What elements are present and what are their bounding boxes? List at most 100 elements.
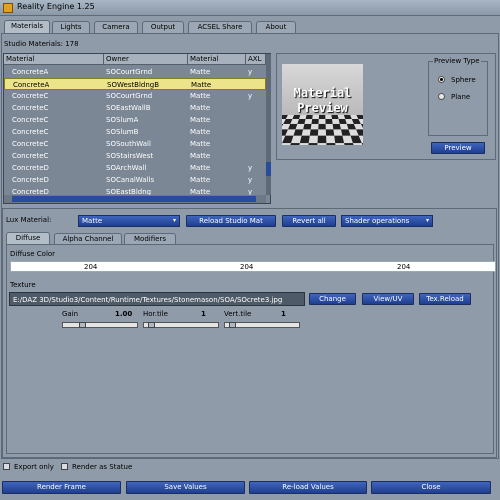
tab-acsel-share[interactable]: ACSEL Share [188,21,252,33]
vert-tile-value: 1 [281,310,286,318]
cell-owner: SOSlumB [106,128,139,136]
view-uv-button[interactable]: View/UV [362,293,414,305]
color-red-value: 204 [84,263,98,271]
slider-knob[interactable] [229,322,236,328]
lux-material-select[interactable]: Matte ▾ [78,215,180,227]
slider-knob[interactable] [79,322,86,328]
table-row[interactable]: ConcreteA SOWestBldngB Matte [4,78,266,90]
cell-owner: SOEastWallB [106,104,151,112]
col-header-axl[interactable]: AXL [246,54,266,65]
revert-all-button[interactable]: Revert all [282,215,336,227]
reload-values-button[interactable]: Re-load Values [249,481,367,494]
shader-operations-select[interactable]: Shader operations ▾ [341,215,433,227]
gain-slider[interactable] [62,322,138,328]
diffuse-color-label: Diffuse Color [10,250,56,258]
tab-camera[interactable]: Camera [94,21,138,33]
cell-type: Matte [190,176,211,184]
preview-text-line1: Material [293,86,352,100]
render-as-statue-label: Render as Statue [72,463,133,471]
col-header-material[interactable]: Material [4,54,104,65]
lux-material-label: Lux Material: [6,216,52,224]
hor-tile-slider[interactable] [143,322,219,328]
table-row[interactable]: ConcreteC SOEastWallB Matte [4,102,266,114]
gain-value: 1.00 [115,310,133,318]
table-row[interactable]: ConcreteD SOCanalWalls Matte y [4,174,266,186]
tab-materials[interactable]: Materials [4,20,50,33]
export-only-label: Export only [14,463,54,471]
vert-tile-slider[interactable] [224,322,300,328]
texture-path-field[interactable]: E:/DAZ 3D/Studio3/Content/Runtime/Textur… [9,292,305,306]
cell-axl: y [248,176,253,184]
diffuse-color-bar[interactable]: 204 204 204 [10,261,496,272]
cell-material: ConcreteC [12,116,49,124]
radio-sphere-label: Sphere [451,76,476,84]
cell-material: ConcreteC [12,128,49,136]
scrollbar-thumb[interactable] [12,196,256,202]
cell-type: Matte [190,140,211,148]
cell-axl: y [248,92,253,100]
scrollbar-thumb[interactable] [266,162,271,176]
diffuse-panel [6,244,494,454]
cell-material: ConcreteC [12,104,49,112]
tab-lights[interactable]: Lights [52,21,90,33]
cell-axl: y [248,68,253,76]
cell-material: ConcreteD [12,176,49,184]
cell-type: Matte [190,116,211,124]
materials-table: Material Owner Material AXL ConcreteA SOC… [3,53,271,204]
color-blue-value: 204 [397,263,411,271]
cell-material: ConcreteD [12,164,49,172]
cell-type: Matte [190,68,211,76]
cell-owner: SOSouthWall [106,140,151,148]
cell-type: Matte [190,164,211,172]
table-row[interactable]: ConcreteC SOSlumA Matte [4,114,266,126]
slider-knob[interactable] [148,322,155,328]
gain-label: Gain [62,310,79,318]
col-header-owner[interactable]: Owner [104,54,188,65]
window-title: Reality Engine 1.25 [17,2,95,11]
cell-material: ConcreteC [12,152,49,160]
checker-floor [282,114,363,145]
cell-material: ConcreteC [12,140,49,148]
cell-material: ConcreteC [12,92,49,100]
vert-tile-label: Vert.tile [224,310,252,318]
vertical-scrollbar[interactable] [266,54,271,195]
studio-materials-count: Studio Materials: 178 [4,40,79,48]
lux-material-value: Matte [82,217,103,225]
table-header: Material Owner Material AXL [4,54,266,65]
cell-type: Matte [190,128,211,136]
cell-axl: y [248,164,253,172]
radio-sphere[interactable] [438,76,445,83]
chevron-down-icon: ▾ [425,217,429,224]
main-tabs: Materials Lights Camera Output ACSEL Sha… [0,20,500,33]
table-row[interactable]: ConcreteA SOCourtGrnd Matte y [4,66,266,78]
render-frame-button[interactable]: Render Frame [2,481,121,494]
table-row[interactable]: ConcreteC SOSouthWall Matte [4,138,266,150]
render-as-statue-checkbox[interactable] [61,463,68,470]
save-values-button[interactable]: Save Values [126,481,245,494]
title-bar: Reality Engine 1.25 [0,0,500,16]
cell-type: Matte [190,92,211,100]
table-row[interactable]: ConcreteC SOCourtGrnd Matte y [4,90,266,102]
table-row[interactable]: ConcreteD SOArchWall Matte y [4,162,266,174]
app-icon [3,3,13,13]
tab-output[interactable]: Output [142,21,184,33]
export-only-checkbox[interactable] [3,463,10,470]
chevron-down-icon: ▾ [172,217,176,224]
table-row[interactable]: ConcreteC SOSlumB Matte [4,126,266,138]
close-button[interactable]: Close [371,481,491,494]
horizontal-scrollbar[interactable] [4,195,266,203]
material-preview-image: Material Preview [282,64,363,145]
tex-reload-button[interactable]: Tex.Reload [419,293,471,305]
hor-tile-value: 1 [201,310,206,318]
reload-studio-mat-button[interactable]: Reload Studio Mat [186,215,276,227]
tab-about[interactable]: About [256,21,296,33]
color-green-value: 204 [240,263,254,271]
col-header-type[interactable]: Material [188,54,246,65]
cell-type: Matte [190,152,211,160]
preview-button[interactable]: Preview [431,142,485,154]
cell-owner: SOCourtGrnd [106,68,153,76]
change-texture-button[interactable]: Change [309,293,356,305]
hor-tile-label: Hor.tile [143,310,168,318]
radio-plane[interactable] [438,93,445,100]
table-row[interactable]: ConcreteC SOStairsWest Matte [4,150,266,162]
